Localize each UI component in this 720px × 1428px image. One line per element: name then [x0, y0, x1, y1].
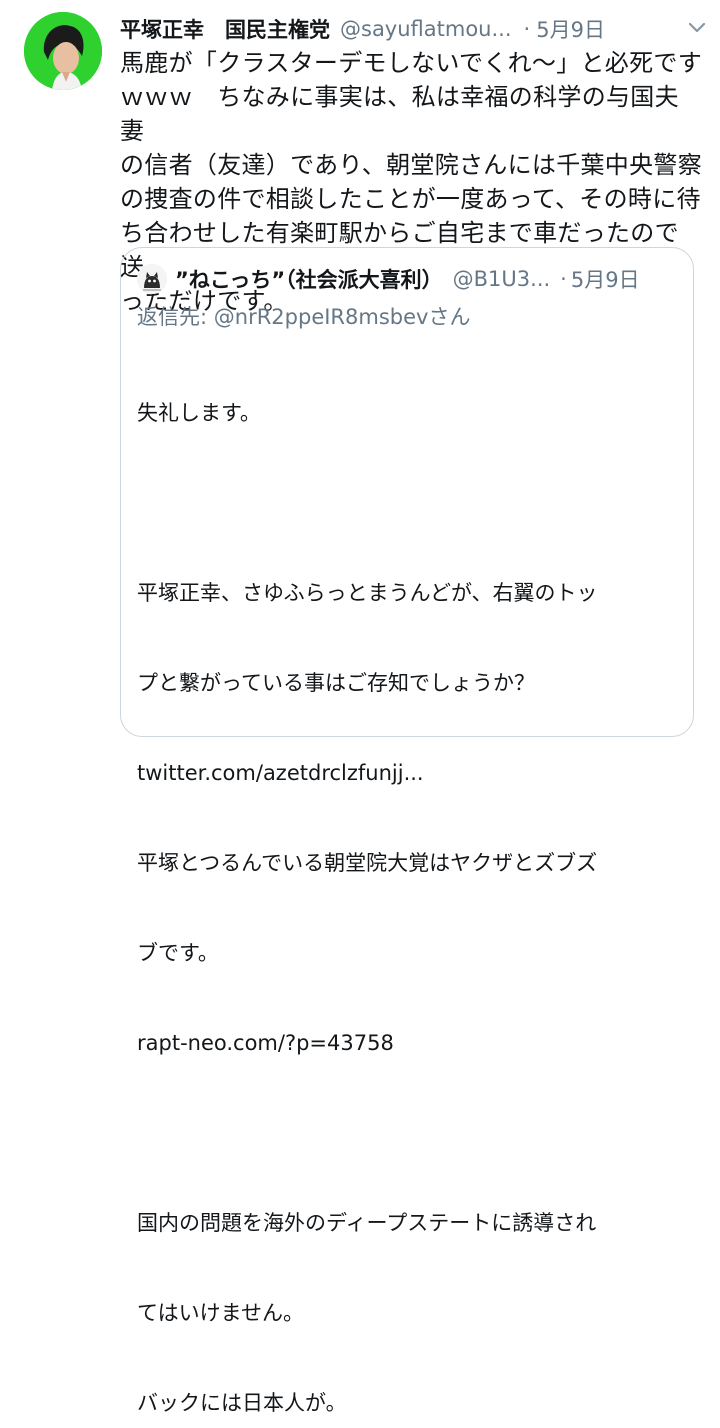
reply-mention-link[interactable]: @nrR2ppeIR8msbevさん: [214, 305, 471, 329]
quoted-line: 失礼します。: [137, 401, 261, 425]
quoted-line-blank: [137, 488, 677, 518]
separator-dot: ·: [523, 17, 531, 41]
display-name[interactable]: 平塚正幸 国民主権党: [120, 14, 330, 44]
tweet-header: 平塚正幸 国民主権党 @sayuflatmou... · 5月9日: [120, 12, 704, 46]
quoted-tweet-text: 失礼します。 平塚正幸、さゆふらっとまうんどが、右翼のトッ プと繋がっている事は…: [137, 338, 677, 1428]
tweet[interactable]: 平塚正幸 国民主権党 @sayuflatmou... · 5月9日 馬鹿が「クラ…: [0, 0, 720, 1415]
quoted-link-rapt[interactable]: rapt-neo.com/?p=43758: [137, 1028, 677, 1058]
quoted-line: 平塚正幸、さゆふらっとまうんどが、右翼のトッ: [137, 581, 598, 605]
quoted-user-handle[interactable]: @B1U3...: [453, 267, 551, 291]
quoted-line: 国内の問題を海外のディープステートに誘導され: [137, 1211, 597, 1235]
quoted-tweet[interactable]: ”ねこっち”（社会派大喜利） @B1U3... · 5月9日 返信先: @nrR…: [120, 247, 694, 1415]
quoted-tweet-header: ”ねこっち”（社会派大喜利） @B1U3... · 5月9日: [137, 262, 677, 296]
quoted-line: プと繋がっている事はご存知でしょうか？: [137, 671, 535, 695]
reply-to-line: 返信先: @nrR2ppeIR8msbevさん: [137, 301, 470, 331]
avatar-image: [24, 12, 102, 90]
quoted-date[interactable]: 5月9日: [571, 264, 640, 294]
quoted-line: バックには日本人が。: [137, 1391, 347, 1415]
quoted-display-name[interactable]: ”ねこっち”（社会派大喜利）: [175, 264, 443, 294]
reply-prefix: 返信先:: [137, 305, 208, 329]
quoted-line: てはいけません。: [137, 1301, 304, 1325]
quoted-avatar: [137, 264, 167, 294]
quoted-line: ブです。: [137, 941, 219, 965]
quoted-line-blank: [137, 1118, 677, 1148]
quoted-line: 平塚とつるんでいる朝堂院大覚はヤクザとズブズ: [137, 851, 598, 875]
chevron-down-icon[interactable]: [686, 16, 708, 38]
quoted-separator-dot: ·: [560, 267, 567, 291]
quoted-link-twitter[interactable]: twitter.com/azetdrclzfunjj...: [137, 758, 677, 788]
user-handle[interactable]: @sayuflatmou...: [340, 17, 512, 41]
tweet-date[interactable]: 5月9日: [536, 14, 605, 44]
avatar[interactable]: [24, 12, 102, 90]
